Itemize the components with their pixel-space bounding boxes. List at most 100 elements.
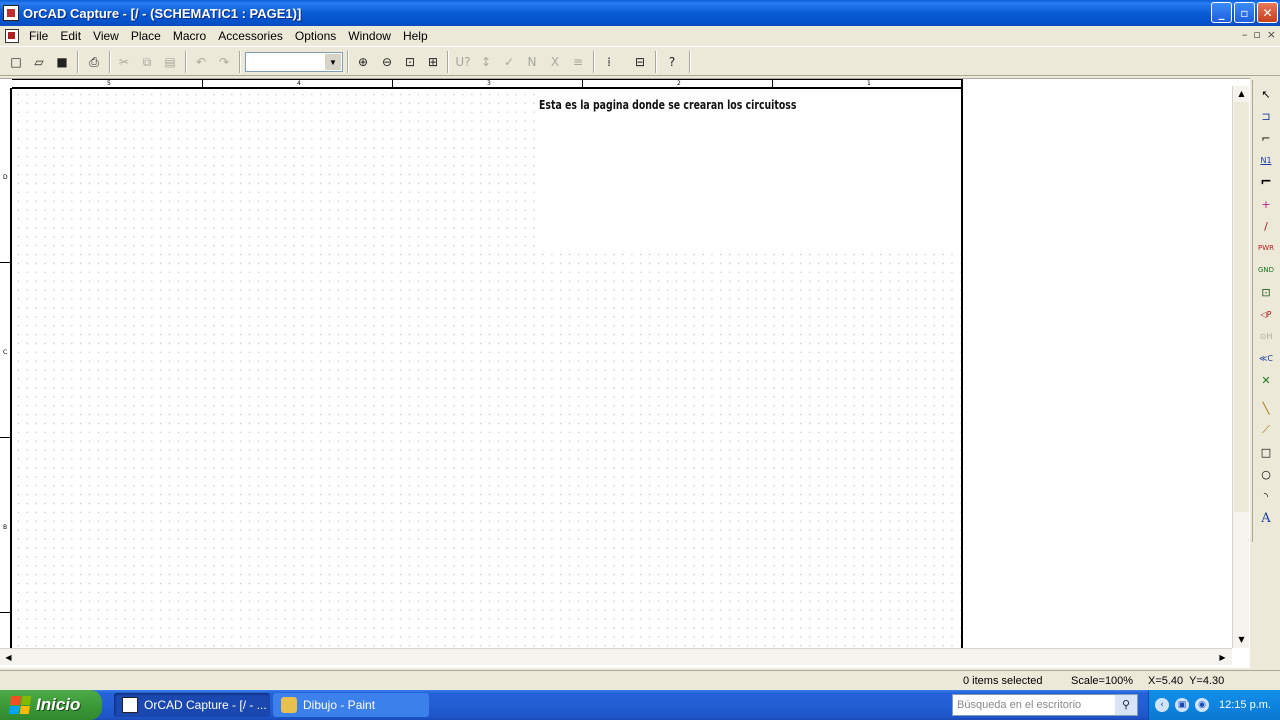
- screen: OrCAD Capture - [/ - (SCHEMATIC1 : PAGE1…: [0, 0, 1280, 720]
- zoom-out-icon[interactable]: ⊖: [376, 51, 398, 73]
- place-rectangle-icon[interactable]: □: [1256, 442, 1276, 462]
- status-bar: 0 items selected Scale=100% X=5.40 Y=4.3…: [0, 670, 1280, 690]
- title-bar[interactable]: OrCAD Capture - [/ - (SCHEMATIC1 : PAGE1…: [0, 0, 1280, 26]
- orcad-app-icon[interactable]: [3, 5, 19, 21]
- place-text-icon[interactable]: A: [1256, 508, 1276, 528]
- place-net-alias-icon[interactable]: N1: [1256, 150, 1276, 170]
- menu-macro[interactable]: Macro: [167, 26, 212, 46]
- place-hierarchical-block-icon[interactable]: ⊡: [1256, 282, 1276, 302]
- vertical-scrollbar[interactable]: ▲ ▼: [1232, 86, 1249, 648]
- drc-icon[interactable]: ✓: [498, 51, 520, 73]
- place-bus-icon[interactable]: ⌐: [1256, 172, 1276, 192]
- menu-accessories[interactable]: Accessories: [212, 26, 289, 46]
- cut-icon[interactable]: ✂: [113, 51, 135, 73]
- undo-icon[interactable]: ↶: [190, 51, 212, 73]
- save-icon[interactable]: ■: [51, 51, 73, 73]
- select-tool-icon[interactable]: ↖: [1256, 84, 1276, 104]
- scroll-left-icon[interactable]: ◀: [1, 650, 16, 665]
- window-title: OrCAD Capture - [/ - (SCHEMATIC1 : PAGE1…: [23, 5, 302, 21]
- menu-edit[interactable]: Edit: [54, 26, 87, 46]
- text-note-area: [535, 90, 961, 253]
- network-icon[interactable]: ▣: [1175, 698, 1189, 712]
- place-hierarchical-port-icon[interactable]: ◁P: [1256, 304, 1276, 324]
- start-button[interactable]: Inicio: [0, 690, 102, 720]
- scroll-right-icon[interactable]: ▶: [1215, 650, 1230, 665]
- paste-icon[interactable]: ▤: [159, 51, 181, 73]
- doc-minimize-button[interactable]: –: [1242, 28, 1248, 41]
- part-combo[interactable]: ▼: [245, 52, 343, 72]
- page-right-border: [961, 79, 963, 649]
- menu-file[interactable]: File: [23, 26, 54, 46]
- desktop-search-placeholder: Búsqueda en el escritorio: [957, 699, 1082, 711]
- paint-task-icon: [281, 697, 297, 713]
- ruler-label: 1: [867, 80, 871, 87]
- place-off-page-connector-icon[interactable]: ≪C: [1256, 348, 1276, 368]
- place-part-icon[interactable]: ⊐: [1256, 106, 1276, 126]
- menu-help[interactable]: Help: [397, 26, 434, 46]
- clock[interactable]: 12:15 p.m.: [1219, 699, 1271, 711]
- schematic-text-note[interactable]: Esta es la pagina donde se crearan los c…: [539, 98, 796, 112]
- taskbar-paint-button[interactable]: Dibujo - Paint: [273, 693, 429, 717]
- minimize-button[interactable]: _: [1211, 2, 1232, 23]
- menu-view[interactable]: View: [87, 26, 125, 46]
- doc-restore-button[interactable]: ▫: [1253, 28, 1260, 41]
- horizontal-scroll-thumb[interactable]: [16, 650, 1216, 665]
- place-bus-entry-icon[interactable]: /: [1256, 216, 1276, 236]
- new-icon[interactable]: □: [5, 51, 27, 73]
- ruler-label: 4: [297, 80, 301, 87]
- place-no-connect-icon[interactable]: ✕: [1256, 370, 1276, 390]
- place-arc-icon[interactable]: ◝: [1256, 486, 1276, 506]
- place-wire-icon[interactable]: ⌐: [1256, 128, 1276, 148]
- chevron-down-icon[interactable]: ▼: [325, 54, 341, 70]
- left-border-ruler: D C B: [0, 88, 12, 648]
- menu-options[interactable]: Options: [289, 26, 342, 46]
- security-icon[interactable]: ◉: [1195, 698, 1209, 712]
- doc-close-button[interactable]: ×: [1267, 28, 1276, 41]
- zoom-all-icon[interactable]: ⊞: [422, 51, 444, 73]
- document-menu-icon[interactable]: [5, 29, 19, 43]
- project-manager-icon[interactable]: ⊟: [629, 51, 651, 73]
- scroll-up-icon[interactable]: ▲: [1234, 86, 1249, 101]
- help-icon[interactable]: ?: [661, 51, 683, 73]
- snap-grid-icon[interactable]: ⁞: [598, 51, 620, 73]
- vertical-scroll-thumb[interactable]: [1234, 102, 1249, 512]
- taskbar-item-label: Dibujo - Paint: [303, 698, 376, 712]
- place-polyline-icon[interactable]: ⟋: [1256, 420, 1276, 440]
- scroll-down-icon[interactable]: ▼: [1234, 632, 1249, 647]
- coordinates-status: X=5.40 Y=4.30: [1148, 675, 1225, 687]
- menu-window[interactable]: Window: [342, 26, 397, 46]
- tray-expand-icon[interactable]: ‹: [1155, 698, 1169, 712]
- zoom-area-icon[interactable]: ⊡: [399, 51, 421, 73]
- menu-place[interactable]: Place: [125, 26, 167, 46]
- selection-status: 0 items selected: [963, 675, 1043, 687]
- place-junction-icon[interactable]: +: [1256, 194, 1276, 214]
- back-annotate-icon[interactable]: ↕: [475, 51, 497, 73]
- top-border-ruler: 5 4 3 2 1: [12, 79, 962, 89]
- maximize-button[interactable]: ▫: [1234, 2, 1255, 23]
- desktop-search-input[interactable]: Búsqueda en el escritorio ⚲: [952, 694, 1138, 716]
- place-power-icon[interactable]: PWR: [1256, 238, 1276, 258]
- place-ellipse-icon[interactable]: ○: [1256, 464, 1276, 484]
- place-hierarchical-pin-icon[interactable]: ⊙H: [1256, 326, 1276, 346]
- print-icon[interactable]: ⎙: [83, 51, 105, 73]
- netlist-icon[interactable]: N: [521, 51, 543, 73]
- taskbar-orcad-button[interactable]: OrCAD Capture - [/ - ...: [114, 693, 270, 717]
- main-toolbar: □ ▱ ■ ⎙ ✂ ⧉ ▤ ↶ ↷ ⊕ ⊖ ⊡ ⊞ U? ↕ ✓ N X ≡ ⁞…: [0, 46, 1280, 76]
- place-ground-icon[interactable]: GND: [1256, 260, 1276, 280]
- place-line-icon[interactable]: ╲: [1256, 398, 1276, 418]
- annotate-icon[interactable]: U?: [452, 51, 474, 73]
- zoom-in-icon[interactable]: ⊕: [352, 51, 374, 73]
- menu-bar: File Edit View Place Macro Accessories O…: [0, 26, 1280, 46]
- close-button[interactable]: ✕: [1257, 2, 1278, 23]
- copy-icon[interactable]: ⧉: [136, 51, 158, 73]
- cross-reference-icon[interactable]: X: [544, 51, 566, 73]
- redo-icon[interactable]: ↷: [213, 51, 235, 73]
- open-icon[interactable]: ▱: [28, 51, 50, 73]
- horizontal-scrollbar[interactable]: ◀ ▶: [0, 648, 1232, 665]
- ruler-label: 3: [487, 80, 491, 87]
- system-tray: ‹ ▣ ◉ 12:15 p.m.: [1148, 690, 1280, 720]
- bom-icon[interactable]: ≡: [567, 51, 589, 73]
- windows-logo-icon: [8, 696, 32, 714]
- ruler-label: C: [3, 349, 8, 356]
- search-icon[interactable]: ⚲: [1115, 695, 1137, 715]
